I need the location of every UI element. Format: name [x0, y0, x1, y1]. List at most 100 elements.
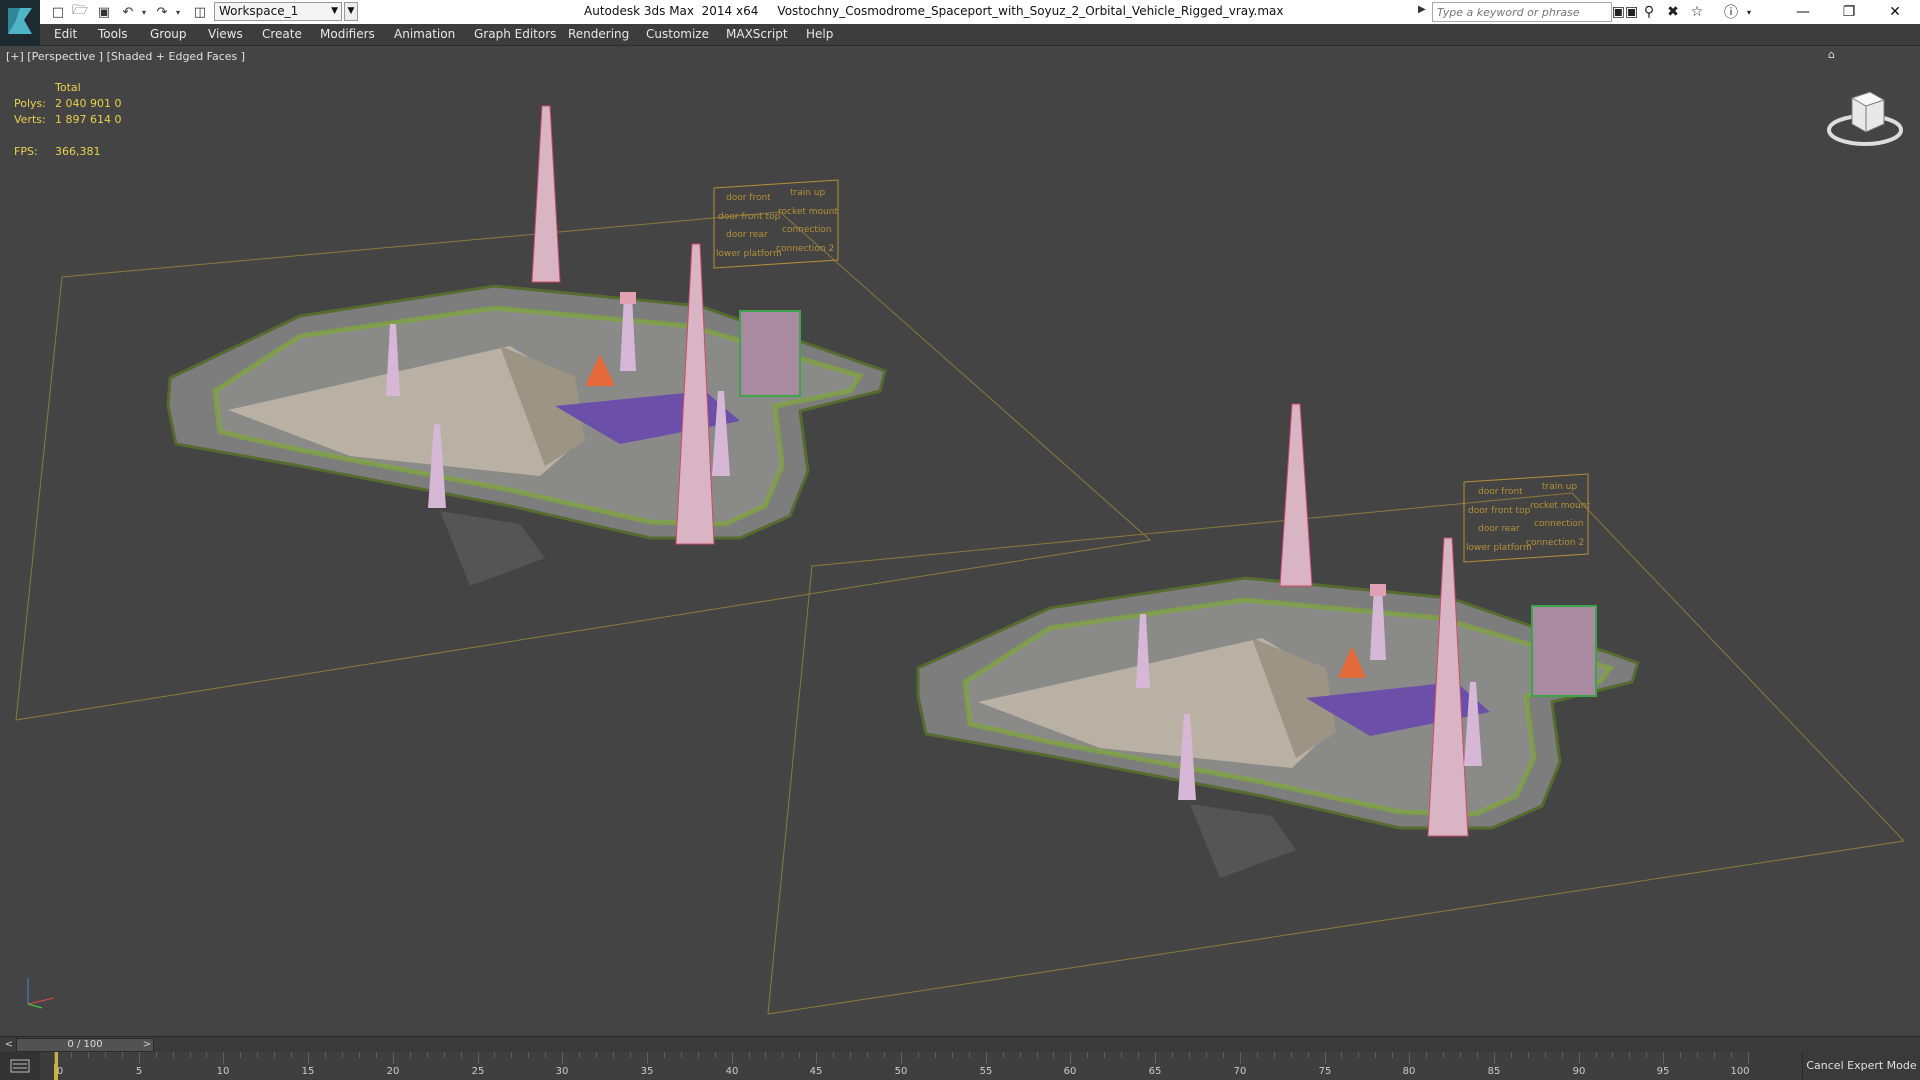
communication-center-icon[interactable]: ✖ [1662, 2, 1684, 22]
panel2-label-door-front: door front [1478, 487, 1523, 497]
track-tick [833, 1052, 834, 1058]
track-tick-label: 70 [1233, 1066, 1247, 1077]
track-tick [596, 1052, 597, 1058]
panel1-label-lower-platform: lower platform [716, 249, 782, 259]
track-tick-label: 80 [1402, 1066, 1416, 1077]
menu-animation[interactable]: Animation [394, 27, 455, 41]
restore-icon[interactable]: ❐ [1826, 0, 1872, 24]
track-tick-label: 85 [1487, 1066, 1501, 1077]
panel2-label-connection-2: connection 2 [1526, 538, 1584, 548]
window-title: Autodesk 3ds Max 2014 x64 Vostochny_Cosm… [584, 4, 1284, 18]
track-tick-label: 30 [555, 1066, 569, 1077]
key-tool-icon[interactable]: ⚲ [1638, 2, 1660, 22]
track-tick [867, 1052, 868, 1058]
3ds-max-logo-icon[interactable] [0, 0, 40, 46]
redo-dropdown-icon[interactable]: ▾ [168, 2, 188, 22]
viewport-label-menu[interactable]: [+] [Perspective ] [Shaded + Edged Faces… [6, 50, 245, 63]
track-tick [1257, 1052, 1258, 1058]
track-tick [54, 1052, 55, 1064]
track-tick-label: 40 [725, 1066, 739, 1077]
track-tick [698, 1052, 699, 1058]
favorites-star-icon[interactable]: ☆ [1686, 2, 1708, 22]
viewport-scene: door front train up door front top rocke… [15, 105, 1906, 1015]
track-tick [1714, 1052, 1715, 1058]
workspace-dropdown[interactable]: Workspace_1 ▼ [214, 2, 342, 21]
open-file-icon[interactable]: 🗁 [70, 2, 90, 22]
track-tick [545, 1052, 546, 1058]
track-tick [1731, 1052, 1732, 1058]
track-tick [223, 1052, 224, 1064]
binoculars-icon[interactable]: ▣▣ [1612, 2, 1638, 22]
track-tick [376, 1052, 377, 1058]
track-tick [427, 1052, 428, 1058]
track-tick [630, 1052, 631, 1058]
quick-access-more-button[interactable]: ▼ [344, 2, 358, 21]
track-tick [1240, 1052, 1241, 1064]
menu-edit[interactable]: Edit [54, 27, 77, 41]
track-tick [1596, 1052, 1597, 1058]
time-slider-next-button[interactable]: > [140, 1037, 154, 1053]
axis-tripod-icon [27, 978, 55, 1009]
track-tick-label: 10 [216, 1066, 230, 1077]
track-tick [325, 1052, 326, 1058]
cancel-expert-mode-button[interactable]: Cancel Expert Mode [1802, 1052, 1920, 1080]
time-slider[interactable]: < 0 / 100 > [0, 1036, 1920, 1052]
close-icon[interactable]: ✕ [1872, 0, 1918, 24]
track-tick [765, 1052, 766, 1058]
track-tick-label: 0 [56, 1066, 64, 1077]
track-tick [562, 1052, 563, 1064]
chevron-down-icon: ▼ [331, 6, 338, 16]
track-tick [1070, 1052, 1071, 1064]
track-tick [1612, 1052, 1613, 1058]
search-input[interactable] [1432, 2, 1612, 22]
panel1-label-door-rear: door rear [726, 230, 768, 240]
menu-tools[interactable]: Tools [98, 27, 128, 41]
menu-group[interactable]: Group [150, 27, 187, 41]
track-tick [1545, 1052, 1546, 1058]
time-slider-prev-button[interactable]: < [2, 1037, 16, 1053]
time-slider-handle[interactable]: 0 / 100 [16, 1038, 154, 1052]
track-tick-label: 65 [1148, 1066, 1162, 1077]
track-tick [190, 1052, 191, 1058]
track-tick [935, 1052, 936, 1058]
help-dropdown-icon[interactable]: ▾ [1738, 2, 1760, 22]
track-tick [986, 1052, 987, 1064]
menu-rendering[interactable]: Rendering [568, 27, 629, 41]
panel1-label-connection: connection [782, 225, 832, 235]
new-file-icon[interactable]: □ [48, 2, 68, 22]
menu-customize[interactable]: Customize [646, 27, 709, 41]
track-tick-label: 15 [301, 1066, 315, 1077]
track-tick [511, 1052, 512, 1058]
track-tick [647, 1052, 648, 1064]
project-folder-icon[interactable]: ◫ [190, 2, 210, 22]
track-tick [494, 1052, 495, 1058]
track-tick [1697, 1052, 1698, 1058]
save-icon[interactable]: ▣ [94, 2, 114, 22]
menu-views[interactable]: Views [208, 27, 243, 41]
menu-maxscript[interactable]: MAXScript [726, 27, 788, 41]
viewcube-home-icon[interactable]: ⌂ [1828, 48, 1835, 61]
mini-curve-editor-icon[interactable] [0, 1052, 40, 1080]
menu-graph-editors[interactable]: Graph Editors [474, 27, 556, 41]
perspective-viewport[interactable]: door front train up door front top rocke… [0, 46, 1920, 1036]
menu-create[interactable]: Create [262, 27, 302, 41]
search-expand-icon[interactable]: ▶ [1418, 4, 1426, 15]
undo-dropdown-icon[interactable]: ▾ [134, 2, 154, 22]
track-tick [732, 1052, 733, 1064]
track-tick [461, 1052, 462, 1058]
track-tick [918, 1052, 919, 1058]
menu-modifiers[interactable]: Modifiers [320, 27, 375, 41]
track-tick-label: 25 [471, 1066, 485, 1077]
track-bar-timeline[interactable]: 0 5 10 15 20 25 30 35 40 45 50 55 60 65 70 75 80 85 90 95 10… [54, 1052, 1750, 1080]
menu-help[interactable]: Help [806, 27, 833, 41]
track-tick-label: 95 [1656, 1066, 1670, 1077]
track-tick [1189, 1052, 1190, 1058]
track-tick [1579, 1052, 1580, 1064]
minimize-icon[interactable]: — [1780, 0, 1826, 24]
track-tick [1629, 1052, 1630, 1058]
track-tick [122, 1052, 123, 1058]
track-tick [613, 1052, 614, 1058]
track-tick [1680, 1052, 1681, 1058]
track-tick [1308, 1052, 1309, 1058]
viewcube-icon[interactable] [1820, 70, 1910, 160]
